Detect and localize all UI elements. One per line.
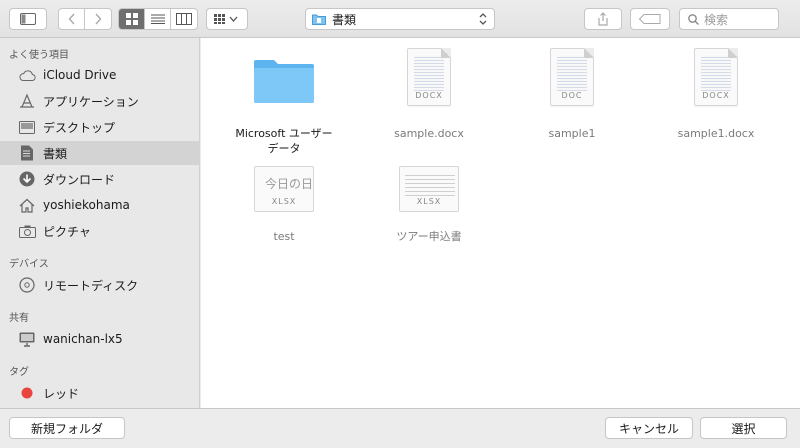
file-item[interactable]: 今日の日 XLSX test	[219, 166, 349, 246]
list-icon	[150, 14, 165, 24]
file-name: Microsoft ユーザー データ	[235, 127, 333, 155]
home-icon	[18, 196, 36, 214]
xlsx-spreadsheet-icon: 今日の日 XLSX	[254, 166, 314, 212]
sidebar-item-label: ピクチャ	[43, 224, 91, 239]
sidebar-item-pictures[interactable]: ピクチャ	[0, 219, 200, 243]
nav-segment	[58, 8, 112, 30]
folder-icon	[254, 60, 314, 103]
path-popup[interactable]: 書類	[305, 8, 495, 30]
section-header-tags: タグ	[9, 367, 29, 378]
sidebar-item-icloud-drive[interactable]: iCloud Drive	[0, 63, 200, 87]
tag-button[interactable]	[630, 8, 670, 30]
section-header-devices: デバイス	[9, 259, 49, 270]
sidebar-item-downloads[interactable]: ダウンロード	[0, 167, 200, 191]
search-icon	[688, 14, 699, 25]
search-placeholder: 検索	[704, 12, 729, 27]
sidebar-item-desktop[interactable]: デスクトップ	[0, 115, 200, 139]
search-field[interactable]: 検索	[679, 8, 779, 30]
camera-icon	[18, 222, 36, 240]
icon-view-button[interactable]	[119, 9, 145, 29]
sidebar-item-label: 書類	[43, 146, 68, 161]
file-name: sample1	[548, 127, 596, 140]
columns-icon	[176, 13, 192, 25]
desktop-icon	[18, 118, 36, 136]
view-mode-segment	[118, 8, 198, 30]
cancel-button[interactable]: キャンセル	[605, 417, 693, 439]
folder-icon	[312, 14, 326, 25]
column-view-button[interactable]	[171, 9, 197, 29]
sidebar-item-label: ダウンロード	[43, 172, 116, 187]
sidebar-item-remote-disc[interactable]: リモートディスク	[0, 273, 200, 297]
sidebar-item-label: レッド	[43, 386, 80, 401]
sidebar-toggle-button[interactable]	[9, 8, 47, 30]
sidebar-item-home[interactable]: yoshiekohama	[0, 193, 200, 217]
tag-icon	[639, 14, 661, 24]
sidebar-item-label: wanichan-lx5	[43, 332, 123, 346]
forward-button[interactable]	[85, 9, 111, 29]
file-grid: Microsoft ユーザー データ DOCX sample.docx DOC s…	[201, 38, 800, 408]
file-item[interactable]: DOC sample1	[507, 48, 637, 148]
section-header-favorites: よく使う項目	[9, 50, 69, 61]
red-tag-dot-icon	[18, 384, 36, 402]
file-name: ツアー申込書	[396, 230, 462, 243]
documents-icon	[18, 144, 36, 162]
select-button[interactable]: 選択	[700, 417, 787, 439]
applications-icon	[18, 92, 36, 110]
docx-document-icon: DOCX	[407, 48, 451, 106]
sidebar: よく使う項目 iCloud Drive アプリケーション デスクトップ 書類 ダ…	[0, 38, 200, 408]
chevron-right-icon	[95, 13, 102, 25]
sidebar-item-tag-red[interactable]: レッド	[0, 381, 200, 405]
sidebar-item-label: iCloud Drive	[43, 68, 117, 82]
sidebar-item-label: アプリケーション	[43, 94, 139, 109]
path-label: 書類	[332, 12, 357, 27]
sidebar-item-applications[interactable]: アプリケーション	[0, 89, 200, 113]
computer-icon	[18, 330, 36, 348]
file-item[interactable]: DOCX sample.docx	[364, 48, 494, 148]
file-name: sample1.docx	[677, 127, 755, 140]
download-icon	[18, 170, 36, 188]
chevron-left-icon	[68, 13, 75, 25]
docx-document-icon: DOCX	[694, 48, 738, 106]
file-item[interactable]: XLSX ツアー申込書	[364, 166, 494, 246]
sidebar-item-documents[interactable]: 書類	[0, 141, 200, 165]
sidebar-item-wanichan[interactable]: wanichan-lx5	[0, 327, 200, 351]
file-name: test	[273, 230, 295, 243]
toolbar: 書類 検索	[0, 0, 800, 38]
arrange-icon	[214, 14, 238, 24]
share-icon	[598, 12, 608, 26]
sidebar-item-label: リモートディスク	[43, 278, 139, 293]
xlsx-spreadsheet-icon: XLSX	[399, 166, 459, 212]
disc-icon	[18, 276, 36, 294]
footer-bar: 新規フォルダ キャンセル 選択	[0, 408, 800, 448]
updown-chevron-icon	[479, 13, 487, 25]
file-item[interactable]: DOCX sample1.docx	[651, 48, 781, 148]
doc-document-icon: DOC	[550, 48, 594, 106]
arrange-button[interactable]	[206, 8, 248, 30]
new-folder-button[interactable]: 新規フォルダ	[9, 417, 125, 439]
sidebar-item-label: デスクトップ	[43, 120, 116, 135]
file-name: sample.docx	[394, 127, 464, 140]
cloud-icon	[18, 66, 36, 84]
grid-icon	[125, 13, 138, 25]
back-button[interactable]	[59, 9, 85, 29]
share-button[interactable]	[584, 8, 622, 30]
file-item[interactable]: Microsoft ユーザー データ	[219, 48, 349, 155]
section-header-shared: 共有	[9, 313, 29, 324]
list-view-button[interactable]	[145, 9, 171, 29]
sidebar-item-label: yoshiekohama	[43, 198, 130, 212]
sidebar-icon	[20, 13, 36, 25]
